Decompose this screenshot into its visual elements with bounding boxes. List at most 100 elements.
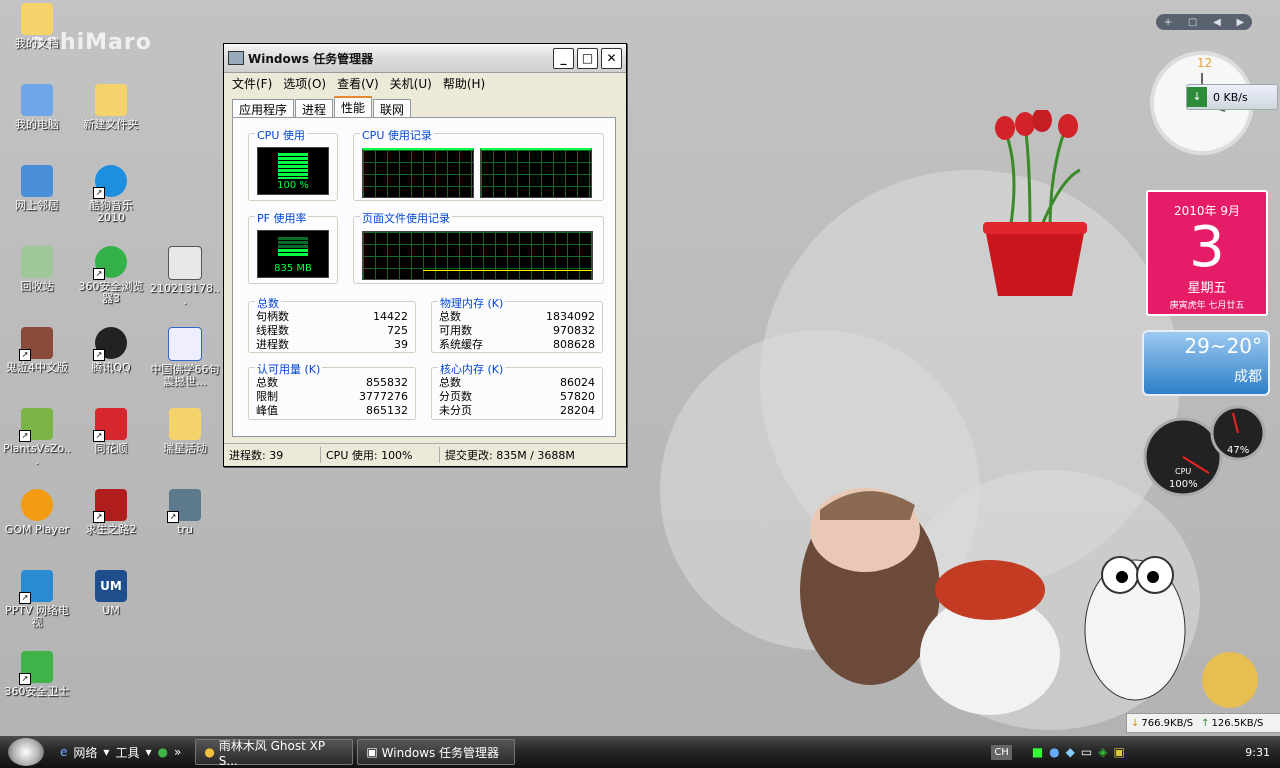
status-bar: 进程数: 39 CPU 使用: 100% 提交更改: 835M / 3688M (224, 443, 626, 466)
desktop-icon-tonghuashun[interactable]: ↗ 同花顺 (76, 408, 146, 455)
folder-icon (169, 408, 201, 440)
close-button[interactable]: ✕ (601, 47, 622, 69)
menu-shutdown[interactable]: 关机(U) (390, 75, 432, 92)
tray-green-icon[interactable]: ■ (1032, 745, 1043, 759)
prev-icon[interactable]: ◀ (1213, 17, 1221, 28)
menu-help[interactable]: 帮助(H) (443, 75, 485, 92)
svg-text:12: 12 (1197, 56, 1212, 70)
menu-file[interactable]: 文件(F) (232, 75, 272, 92)
add-gadget-icon[interactable]: + (1164, 17, 1172, 28)
tray-monitor-icon[interactable]: ▭ (1081, 745, 1092, 759)
desktop-icon-kugou[interactable]: ↗ 酷狗音乐2010 (76, 165, 146, 224)
qq-penguin-icon: ↗ (93, 327, 127, 361)
desktop-icon-plants-vs-zombies[interactable]: ↗ PlantsVsZo... (2, 408, 72, 467)
desktop-icon-360-browser[interactable]: ↗ 360安全浏览器3 (76, 246, 146, 305)
desktop-icon-qq[interactable]: ↗ 腾讯QQ (76, 327, 146, 374)
network-icon (21, 165, 53, 197)
title-bar[interactable]: Windows 任务管理器 _ □ ✕ (224, 44, 626, 73)
menu-options[interactable]: 选项(O) (283, 75, 326, 92)
calendar-gadget: 2010年 9月 3 星期五 庚寅虎年 七月廿五 (1146, 190, 1268, 316)
quick-launch: e 网络 ▾ 工具 ▾ ● » (60, 744, 181, 761)
system-cache-value: 808628 (553, 338, 595, 351)
task-manager-icon (228, 51, 244, 65)
commit-peak-value: 865132 (366, 404, 408, 417)
cpu-history-graph-1 (362, 148, 474, 198)
tray-shield-icon[interactable]: ◈ (1098, 745, 1107, 759)
commit-charge-group: 认可用量 (K) 总数 855832 限制 3777276 峰值 865132 (248, 361, 416, 420)
tray-folder-icon[interactable]: ▣ (1113, 745, 1124, 759)
maximize-button[interactable]: □ (577, 47, 598, 69)
speed-indicator: ↓ 766.9KB/S ↑ 126.5KB/S (1126, 713, 1280, 733)
desktop-icon-tru[interactable]: ↗ tru (150, 489, 220, 536)
chevron-down-icon[interactable]: ▾ (103, 745, 109, 759)
desktop-icon-file-210213178[interactable]: 210213178... (150, 246, 220, 307)
clock[interactable]: 9:31 (1245, 746, 1270, 759)
yulin-app-icon: ● (204, 745, 215, 759)
recycle-bin-icon (21, 246, 53, 278)
desktop-icon-recycle-bin[interactable]: 回收站 (2, 246, 72, 293)
gom-player-icon (21, 489, 53, 521)
browser-icon: ↗ (93, 246, 127, 280)
quick-tools[interactable]: 工具 (115, 744, 139, 761)
shortcut-arrow-icon: ↗ (93, 268, 105, 280)
desktop-icon-left4dead2[interactable]: ↗ 求生之路2 (76, 489, 146, 536)
sidebar-controls[interactable]: + ▢ ◀ ▶ (1156, 14, 1252, 30)
desktop-icon-my-computer[interactable]: 我的电脑 (2, 84, 72, 131)
tray-network-icon[interactable]: ● (1049, 745, 1059, 759)
tray-arrow-icon[interactable]: ◆ (1066, 745, 1075, 759)
menu-view[interactable]: 查看(V) (337, 75, 379, 92)
desktop-icon-pptv[interactable]: ↗ PPTV 网络电视 (2, 570, 72, 629)
language-indicator[interactable]: CH (991, 744, 1012, 760)
window-title: Windows 任务管理器 (248, 51, 374, 66)
menu-bar: 文件(F) 选项(O) 查看(V) 关机(U) 帮助(H) (224, 73, 626, 93)
ie-icon[interactable]: e (60, 745, 67, 759)
cpu-usage-group: CPU 使用 100 % (248, 127, 338, 201)
desktop-icon-dmc4[interactable]: ↗ 鬼泣4中文版 (2, 327, 72, 374)
kernel-memory-title: 核心内存 (K) (438, 361, 506, 377)
chevron-down-icon[interactable]: ▾ (145, 745, 151, 759)
desktop-icon-um[interactable]: UM UM (76, 570, 146, 617)
cpu-usage-value: 100 % (277, 180, 309, 191)
network-speed-gadget: ↓ 0 KB/s (1186, 84, 1278, 110)
tab-networking[interactable]: 联网 (373, 99, 412, 118)
desktop-icon-360-safe[interactable]: ↗ 360安全卫士 (2, 651, 72, 698)
desktop-icon-rising-event[interactable]: 瑞星活动 (150, 408, 220, 455)
status-cpu: CPU 使用: 100% (321, 447, 440, 463)
totals-group: 总数 句柄数 14422 线程数 725 进程数 39 (248, 295, 416, 353)
desktop-icon-gom-player[interactable]: GOM Player (2, 489, 72, 536)
shortcut-arrow-icon: ↗ (93, 511, 105, 523)
pf-usage-group: PF 使用率 835 MB (248, 210, 338, 284)
desktop-icon-my-documents[interactable]: 我的文档 (2, 3, 72, 50)
desktop-icon-network[interactable]: 网上邻居 (2, 165, 72, 212)
weather-temperature: 29~20° (1184, 334, 1262, 358)
shield-icon: ↗ (19, 651, 53, 685)
browser-360-icon[interactable]: ● (157, 745, 167, 759)
desktop-icon-new-folder[interactable]: 新建文件夹 (76, 84, 146, 131)
start-button[interactable] (8, 738, 44, 766)
taskbar-button-yulin[interactable]: ● 雨林木风 Ghost XP S... (195, 739, 354, 768)
physical-memory-group: 物理内存 (K) 总数 1834092 可用数 970832 系统缓存 808628 (431, 295, 603, 353)
folder-icon (95, 84, 127, 116)
cpu-meter-label: CPU (1175, 467, 1192, 476)
kernel-paged-value: 57820 (560, 390, 595, 403)
next-icon[interactable]: ▶ (1236, 17, 1244, 28)
pptv-icon: ↗ (19, 570, 53, 604)
commit-total-value: 855832 (366, 376, 408, 389)
task-manager-window[interactable]: Windows 任务管理器 _ □ ✕ 文件(F) 选项(O) 查看(V) 关机… (223, 43, 627, 467)
download-arrow-icon: ↓ (1131, 717, 1140, 729)
tab-processes[interactable]: 进程 (295, 99, 334, 118)
flower-pot-decoration (980, 108, 1090, 300)
game-icon: ↗ (19, 408, 53, 442)
desktop-icon-word-doc[interactable]: 中国佛学66句震撼世... (150, 327, 220, 388)
taskbar-button-task-manager[interactable]: ▣ Windows 任务管理器 (357, 739, 516, 765)
more-chevron-icon[interactable]: » (174, 745, 181, 759)
game-icon: ↗ (19, 327, 53, 361)
handles-value: 14422 (373, 310, 408, 323)
tab-applications[interactable]: 应用程序 (232, 99, 295, 118)
game-icon: ↗ (93, 489, 127, 523)
window-icon[interactable]: ▢ (1188, 17, 1197, 28)
tab-performance[interactable]: 性能 (334, 96, 373, 119)
quick-network[interactable]: 网络 (73, 744, 97, 761)
minimize-button[interactable]: _ (553, 47, 574, 69)
minimize-icon: _ (560, 51, 567, 65)
